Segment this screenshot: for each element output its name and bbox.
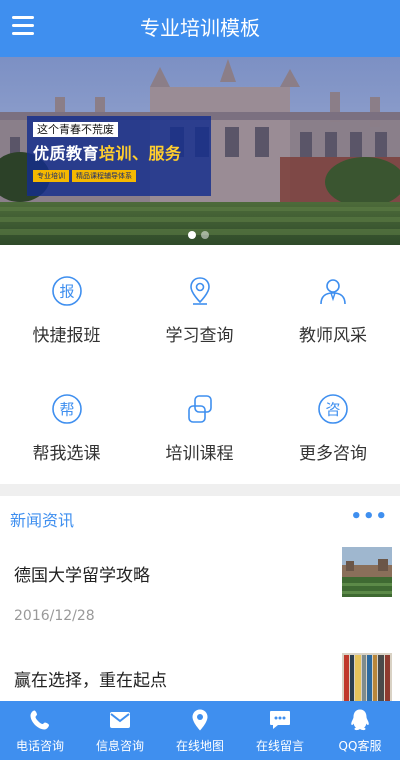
bang-char-icon: 帮 bbox=[51, 394, 82, 424]
grid-label: 教师风采 bbox=[299, 326, 367, 346]
slogan-main-text: 优质教育培训、服务 bbox=[33, 140, 182, 164]
grid-label: 快捷报班 bbox=[32, 326, 101, 346]
grid-glyph: 报 bbox=[59, 283, 74, 301]
map-pin-icon bbox=[192, 709, 208, 731]
banner-carousel[interactable]: 这个青春不荒废 优质教育培训、服务 专业培训 精品课程辅导体系 bbox=[0, 57, 400, 245]
news-item-date: 2016/12/28 bbox=[14, 608, 95, 624]
more-dots-icon[interactable]: ••• bbox=[350, 506, 388, 527]
slogan-main-highlight: 培训、服务 bbox=[99, 144, 182, 163]
phone-icon bbox=[30, 710, 49, 730]
zi-char-icon: 咨 bbox=[318, 394, 348, 424]
qq-icon bbox=[351, 709, 369, 731]
slogan-tag: 专业培训 bbox=[33, 170, 69, 182]
tab-online-map[interactable]: 在线地图 bbox=[160, 701, 240, 760]
tab-label: 信息咨询 bbox=[95, 739, 144, 753]
news-list-item[interactable]: 德国大学留学攻略 2016/12/28 bbox=[0, 540, 400, 640]
grid-item-quick-enroll[interactable]: 报 快捷报班 bbox=[0, 245, 133, 355]
carousel-dots bbox=[188, 231, 209, 239]
location-pin-icon bbox=[189, 277, 210, 305]
carousel-dot[interactable] bbox=[188, 231, 196, 239]
slogan-tags: 专业培训 精品课程辅导体系 bbox=[33, 170, 136, 182]
bottom-tabbar: 电话咨询 信息咨询 在线地图 在线留言 QQ客服 bbox=[0, 701, 400, 760]
grid-item-choose-course[interactable]: 帮 帮我选课 bbox=[0, 363, 133, 473]
bao-char-icon: 报 bbox=[51, 276, 82, 306]
news-item-title: 德国大学留学攻略 bbox=[14, 566, 150, 586]
app-screen: 专业培训模板 这个青春不荒废 优质教育培训、服务 专业培训 精品课程辅导体系 报… bbox=[0, 0, 400, 760]
tab-label: QQ客服 bbox=[338, 739, 382, 753]
grid-label: 帮我选课 bbox=[32, 444, 101, 464]
news-section-title: 新闻资讯 bbox=[10, 511, 75, 530]
slogan-top-text: 这个青春不荒废 bbox=[33, 122, 118, 137]
tab-label: 在线地图 bbox=[175, 739, 224, 753]
tab-qq-service[interactable]: QQ客服 bbox=[320, 701, 400, 760]
grid-label: 学习查询 bbox=[165, 326, 234, 346]
top-header: 专业培训模板 bbox=[0, 0, 400, 57]
page-title: 专业培训模板 bbox=[140, 16, 260, 40]
tab-label: 电话咨询 bbox=[15, 739, 64, 753]
mail-icon bbox=[110, 712, 130, 728]
grid-label: 更多咨询 bbox=[299, 444, 367, 464]
slogan-tag: 精品课程辅导体系 bbox=[72, 170, 136, 182]
slogan-box: 这个青春不荒废 优质教育培训、服务 专业培训 精品课程辅导体系 bbox=[27, 116, 211, 196]
chat-bubble-icon bbox=[270, 711, 290, 729]
tab-phone-consult[interactable]: 电话咨询 bbox=[0, 701, 80, 760]
grid-glyph: 帮 bbox=[59, 401, 74, 419]
grid-item-more-consult[interactable]: 咨 更多咨询 bbox=[266, 363, 400, 473]
tab-message-consult[interactable]: 信息咨询 bbox=[80, 701, 160, 760]
grid-label: 培训课程 bbox=[165, 444, 234, 464]
grid-item-courses[interactable]: 培训课程 bbox=[133, 363, 266, 473]
grid-glyph: 咨 bbox=[325, 401, 340, 419]
news-thumbnail bbox=[342, 653, 392, 703]
grid-item-teachers[interactable]: 教师风采 bbox=[266, 245, 400, 355]
teacher-icon bbox=[320, 279, 346, 305]
news-thumbnail bbox=[342, 547, 392, 597]
grid-item-study-query[interactable]: 学习查询 bbox=[133, 245, 266, 355]
quick-menu-grid: 报 快捷报班 学习查询 教师风采 帮 帮我选课 培训课程 咨 更多咨询 bbox=[0, 245, 400, 484]
tab-label: 在线留言 bbox=[255, 739, 304, 753]
carousel-dot[interactable] bbox=[201, 231, 209, 239]
news-item-title: 赢在选择，重在起点 bbox=[14, 671, 167, 691]
slogan-main-prefix: 优质教育 bbox=[33, 144, 100, 163]
news-header: 新闻资讯 ••• bbox=[0, 496, 400, 540]
tab-online-message[interactable]: 在线留言 bbox=[240, 701, 320, 760]
course-icon bbox=[187, 395, 212, 423]
